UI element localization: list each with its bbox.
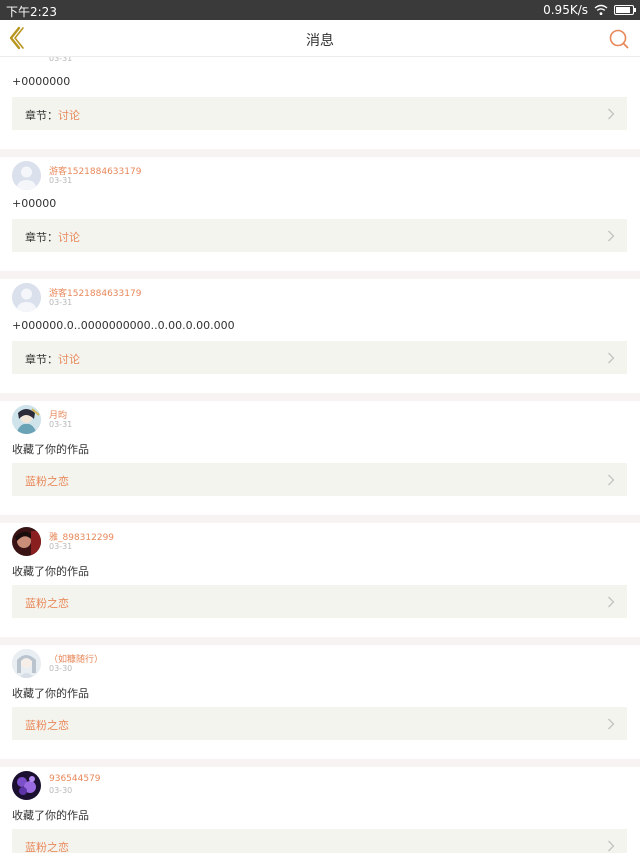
divider — [0, 637, 640, 645]
avatar[interactable] — [12, 527, 41, 556]
timestamp: 03-31 — [49, 542, 73, 551]
battery-icon — [614, 5, 636, 15]
avatar[interactable] — [12, 771, 41, 800]
link-value: 蓝粉之恋 — [25, 719, 69, 732]
network-speed: 0.95K/s — [543, 3, 588, 17]
link-value: 蓝粉之恋 — [25, 475, 69, 488]
link-label-group: 蓝粉之恋 — [25, 595, 69, 611]
avatar[interactable] — [12, 405, 41, 434]
chevron-right-icon — [608, 352, 615, 364]
link-label: 章节： — [25, 109, 58, 122]
work-link[interactable]: 蓝粉之恋 — [12, 463, 627, 496]
chevron-right-icon — [608, 718, 615, 730]
work-link[interactable]: 蓝粉之恋 — [12, 707, 627, 740]
work-link[interactable]: 蓝粉之恋 — [12, 829, 627, 853]
message-list: 03-31 +0000000 章节：讨论 游客1521884633179 03-… — [0, 22, 640, 853]
nav-bar: 消息 — [0, 20, 640, 57]
search-icon[interactable] — [608, 28, 630, 50]
chapter-link[interactable]: 章节：讨论 — [12, 219, 627, 252]
chevron-right-icon — [608, 108, 615, 120]
timestamp: 03-31 — [49, 298, 73, 307]
avatar[interactable] — [12, 283, 41, 312]
wifi-icon — [594, 4, 608, 16]
avatar[interactable] — [12, 649, 41, 678]
message-item[interactable]: 游客1521884633179 03-31 +00000 章节：讨论 — [0, 157, 640, 279]
message-content: 收藏了你的作品 — [12, 443, 89, 456]
divider — [0, 393, 640, 401]
chevron-right-icon — [608, 840, 615, 852]
link-value: 蓝粉之恋 — [25, 597, 69, 610]
chapter-link[interactable]: 章节：讨论 — [12, 341, 627, 374]
message-item[interactable]: 游客1521884633179 03-31 +000000.0..0000000… — [0, 279, 640, 401]
timestamp: 03-31 — [49, 176, 73, 185]
link-label: 章节： — [25, 353, 58, 366]
link-value: 讨论 — [58, 109, 80, 122]
link-label-group: 蓝粉之恋 — [25, 839, 69, 853]
message-content: +00000 — [12, 197, 57, 210]
link-value: 蓝粉之恋 — [25, 841, 69, 853]
link-value: 讨论 — [58, 353, 80, 366]
chapter-link[interactable]: 章节：讨论 — [12, 97, 627, 130]
message-item[interactable]: （如糠随行） 03-30 收藏了你的作品 蓝粉之恋 — [0, 645, 640, 767]
divider — [0, 759, 640, 767]
timestamp: 03-30 — [49, 786, 73, 795]
message-content: +0000000 — [12, 75, 71, 88]
chevron-right-icon — [608, 230, 615, 242]
page-title: 消息 — [306, 33, 334, 49]
link-label-group: 章节：讨论 — [25, 229, 80, 245]
status-bar: 下午2:23 0.95K/s — [0, 0, 640, 20]
avatar[interactable] — [12, 161, 41, 190]
message-content: 收藏了你的作品 — [12, 565, 89, 578]
link-label-group: 蓝粉之恋 — [25, 473, 69, 489]
link-label-group: 章节：讨论 — [25, 351, 80, 367]
clock: 下午2:23 — [6, 5, 57, 19]
link-value: 讨论 — [58, 231, 80, 244]
message-item[interactable]: 936544579 03-30 收藏了你的作品 蓝粉之恋 — [0, 767, 640, 853]
message-item[interactable]: 月昀 03-31 收藏了你的作品 蓝粉之恋 — [0, 401, 640, 523]
work-link[interactable]: 蓝粉之恋 — [12, 585, 627, 618]
divider — [0, 149, 640, 157]
timestamp: 03-31 — [49, 420, 73, 429]
divider — [0, 271, 640, 279]
message-content: +000000.0..0000000000..0.00.0.00.000 — [12, 319, 235, 332]
link-label-group: 章节：讨论 — [25, 107, 80, 123]
message-content: 收藏了你的作品 — [12, 809, 89, 822]
link-label: 章节： — [25, 231, 58, 244]
divider — [0, 515, 640, 523]
message-item[interactable]: 雅_898312299 03-31 收藏了你的作品 蓝粉之恋 — [0, 523, 640, 645]
chevron-right-icon — [608, 596, 615, 608]
timestamp: 03-30 — [49, 664, 73, 673]
link-label-group: 蓝粉之恋 — [25, 717, 69, 733]
chevron-right-icon — [608, 474, 615, 486]
message-content: 收藏了你的作品 — [12, 687, 89, 700]
username[interactable]: 936544579 — [49, 774, 101, 784]
